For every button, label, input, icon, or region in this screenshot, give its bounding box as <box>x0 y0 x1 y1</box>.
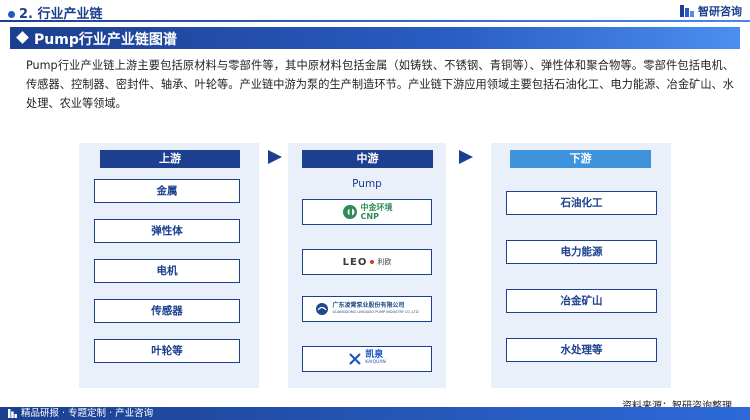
company-sub: CNP <box>360 212 379 221</box>
arrow-right-icon <box>459 150 473 164</box>
company-sub: KAIQUAN <box>365 360 386 365</box>
top-header: 2. 行业产业链 智研咨询 <box>0 0 750 22</box>
upstream-item: 传感器 <box>94 299 240 323</box>
company-sub: GUANGDONG LINGXIAO PUMP INDUSTRY CO.,LTD <box>332 310 419 314</box>
midstream-column: 中游 Pump 中金环境 CNP LEO 利欧 广东凌霄泵业股份有限公司 GUA… <box>288 143 446 388</box>
upstream-item: 金属 <box>94 179 240 203</box>
footer-tagline: 精品研报 · 专题定制 · 产业咨询 <box>21 408 154 419</box>
company-name: 广东凌霄泵业股份有限公司 <box>332 302 405 309</box>
diamond-icon <box>16 31 29 44</box>
brand: 智研咨询 <box>680 3 742 19</box>
footer-bar: 精品研报 · 专题定制 · 产业咨询 <box>0 407 750 420</box>
company-logo-leo: LEO 利欧 <box>302 249 432 275</box>
company-name: 中金环境 <box>360 203 393 212</box>
downstream-item: 冶金矿山 <box>506 289 657 313</box>
leo-dot-icon <box>370 260 375 264</box>
midstream-header: 中游 <box>302 150 433 168</box>
intro-paragraph: Pump行业产业链上游主要包括原材料与零部件等，其中原材料包括金属（如铸铁、不锈… <box>26 59 734 110</box>
downstream-item: 水处理等 <box>506 338 657 362</box>
zhiyan-logo-icon <box>680 5 694 17</box>
bullet-icon <box>8 11 15 18</box>
company-name: 凯泉 <box>365 350 384 360</box>
downstream-header: 下游 <box>510 150 651 168</box>
arrow-right-icon <box>268 150 282 164</box>
company-logo-kaiquan: 凯泉 KAIQUAN <box>302 346 432 372</box>
upstream-column: 上游 金属 弹性体 电机 传感器 叶轮等 <box>79 143 259 388</box>
company-name: LEO <box>342 256 368 268</box>
kaiquan-logo-icon <box>349 353 361 365</box>
upstream-item: 电机 <box>94 259 240 283</box>
lingxiao-logo-icon <box>316 303 329 315</box>
title-banner: Pump行业产业链图谱 <box>10 27 740 49</box>
company-sub: 利欧 <box>377 258 392 266</box>
page-title: Pump行业产业链图谱 <box>34 32 177 48</box>
upstream-header: 上游 <box>100 150 240 168</box>
upstream-item: 叶轮等 <box>94 339 240 363</box>
downstream-item: 石油化工 <box>506 191 657 215</box>
brand-name: 智研咨询 <box>698 5 742 18</box>
footer-tagline-wrap: 精品研报 · 专题定制 · 产业咨询 <box>8 407 153 420</box>
cnp-logo-icon <box>342 205 357 219</box>
company-logo-lingxiao: 广东凌霄泵业股份有限公司 GUANGDONG LINGXIAO PUMP IND… <box>302 296 432 322</box>
upstream-item: 弹性体 <box>94 219 240 243</box>
downstream-column: 下游 石油化工 电力能源 冶金矿山 水处理等 <box>491 143 671 388</box>
midstream-product: Pump <box>352 178 382 190</box>
zhiyan-logo-icon <box>8 409 17 418</box>
company-logo-cnp: 中金环境 CNP <box>302 199 432 225</box>
downstream-item: 电力能源 <box>506 240 657 264</box>
header-divider <box>0 20 750 22</box>
